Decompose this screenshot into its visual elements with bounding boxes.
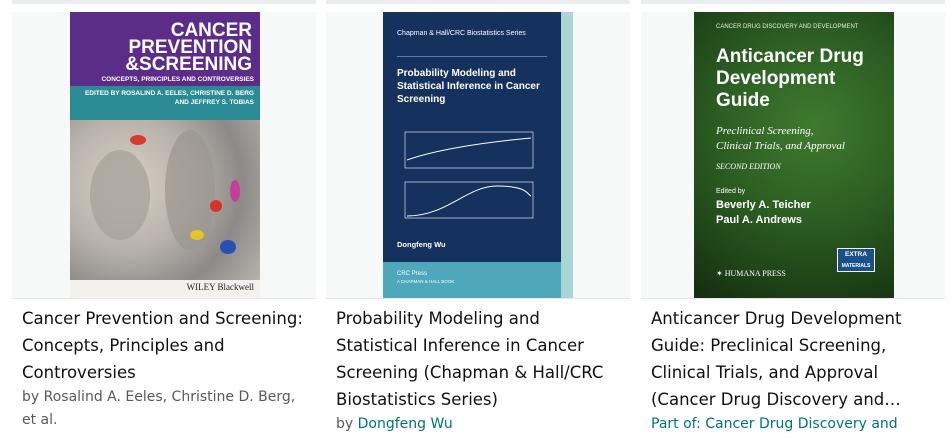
art-blob xyxy=(220,240,236,254)
art-blob xyxy=(210,200,222,212)
product-card-3[interactable]: CANCER DRUG DISCOVERY AND DEVELOPMENT An… xyxy=(641,12,945,442)
product-author: by Dongfeng Wu xyxy=(336,413,626,436)
book-cover-image[interactable]: CANCER DRUG DISCOVERY AND DEVELOPMENT An… xyxy=(694,12,894,298)
extra-materials-badge: EXTRA MATERIALS xyxy=(837,248,875,272)
cover-author: Dongfeng Wu xyxy=(397,240,446,249)
product-title-link[interactable]: Cancer Prevention and Screening: Concept… xyxy=(22,305,312,386)
author-name: Rosalind A. Eeles, Christine D. Berg, et… xyxy=(22,389,296,428)
cover-publisher: CRC Press A CHAPMAN & HALL BOOK xyxy=(397,271,455,284)
product-author: by Rosalind A. Eeles, Christine D. Berg,… xyxy=(22,386,312,432)
art-blob xyxy=(90,150,150,240)
book-cover-image[interactable]: CANCER PREVENTION &SCREENING CONCEPTS, P… xyxy=(70,12,260,298)
cover-series: Chapman & Hall/CRC Biostatistics Series xyxy=(397,30,526,37)
top-divider xyxy=(12,0,316,4)
cover-rule xyxy=(397,56,547,57)
cover-editors: Beverly A. Teicher Paul A. Andrews xyxy=(716,199,811,226)
art-blob xyxy=(230,180,240,202)
product-series: Part of: Cancer Drug Discovery and xyxy=(651,413,941,436)
cover-edition: SECOND EDITION xyxy=(716,162,781,171)
cover-edited-by: Edited by xyxy=(716,188,746,195)
cover-publisher: WILEY Blackwell xyxy=(186,282,254,292)
product-title-link[interactable]: Anticancer Drug Development Guide: Precl… xyxy=(651,305,941,413)
cover-title: CANCER PREVENTION &SCREENING xyxy=(125,20,252,75)
product-title-link[interactable]: Probability Modeling and Statistical Inf… xyxy=(336,305,626,413)
product-image-area[interactable]: Chapman & Hall/CRC Biostatistics Series … xyxy=(326,12,630,299)
art-blob xyxy=(190,230,204,240)
humana-star-icon: ✶ xyxy=(716,269,725,278)
cover-side-strip xyxy=(561,12,573,298)
top-divider xyxy=(326,0,630,4)
book-cover-image[interactable]: Chapman & Hall/CRC Biostatistics Series … xyxy=(383,12,573,298)
author-prefix: by xyxy=(22,389,44,405)
product-card-1[interactable]: CANCER PREVENTION &SCREENING CONCEPTS, P… xyxy=(12,12,316,442)
cover-series: CANCER DRUG DISCOVERY AND DEVELOPMENT xyxy=(716,24,859,30)
product-image-area[interactable]: CANCER PREVENTION &SCREENING CONCEPTS, P… xyxy=(12,12,316,299)
cover-publisher: ✶ HUMANA PRESS xyxy=(716,269,786,278)
cover-title: Anticancer Drug Development Guide xyxy=(716,46,864,111)
product-card-2[interactable]: Chapman & Hall/CRC Biostatistics Series … xyxy=(326,12,630,442)
art-blob xyxy=(130,135,146,145)
cover-subtitle: CONCEPTS, PRINCIPLES AND CONTROVERSIES xyxy=(101,76,254,83)
top-divider xyxy=(641,0,945,4)
cover-artwork xyxy=(70,120,260,280)
cover-subtitle: Preclinical Screening, Clinical Trials, … xyxy=(716,125,845,152)
cover-plot-graphic xyxy=(404,131,534,219)
cover-editors: EDITED BY ROSALIND A. EELES, CHRISTINE D… xyxy=(84,90,254,106)
product-image-area[interactable]: CANCER DRUG DISCOVERY AND DEVELOPMENT An… xyxy=(641,12,945,299)
cover-title: Probability Modeling and Statistical Inf… xyxy=(397,68,540,105)
